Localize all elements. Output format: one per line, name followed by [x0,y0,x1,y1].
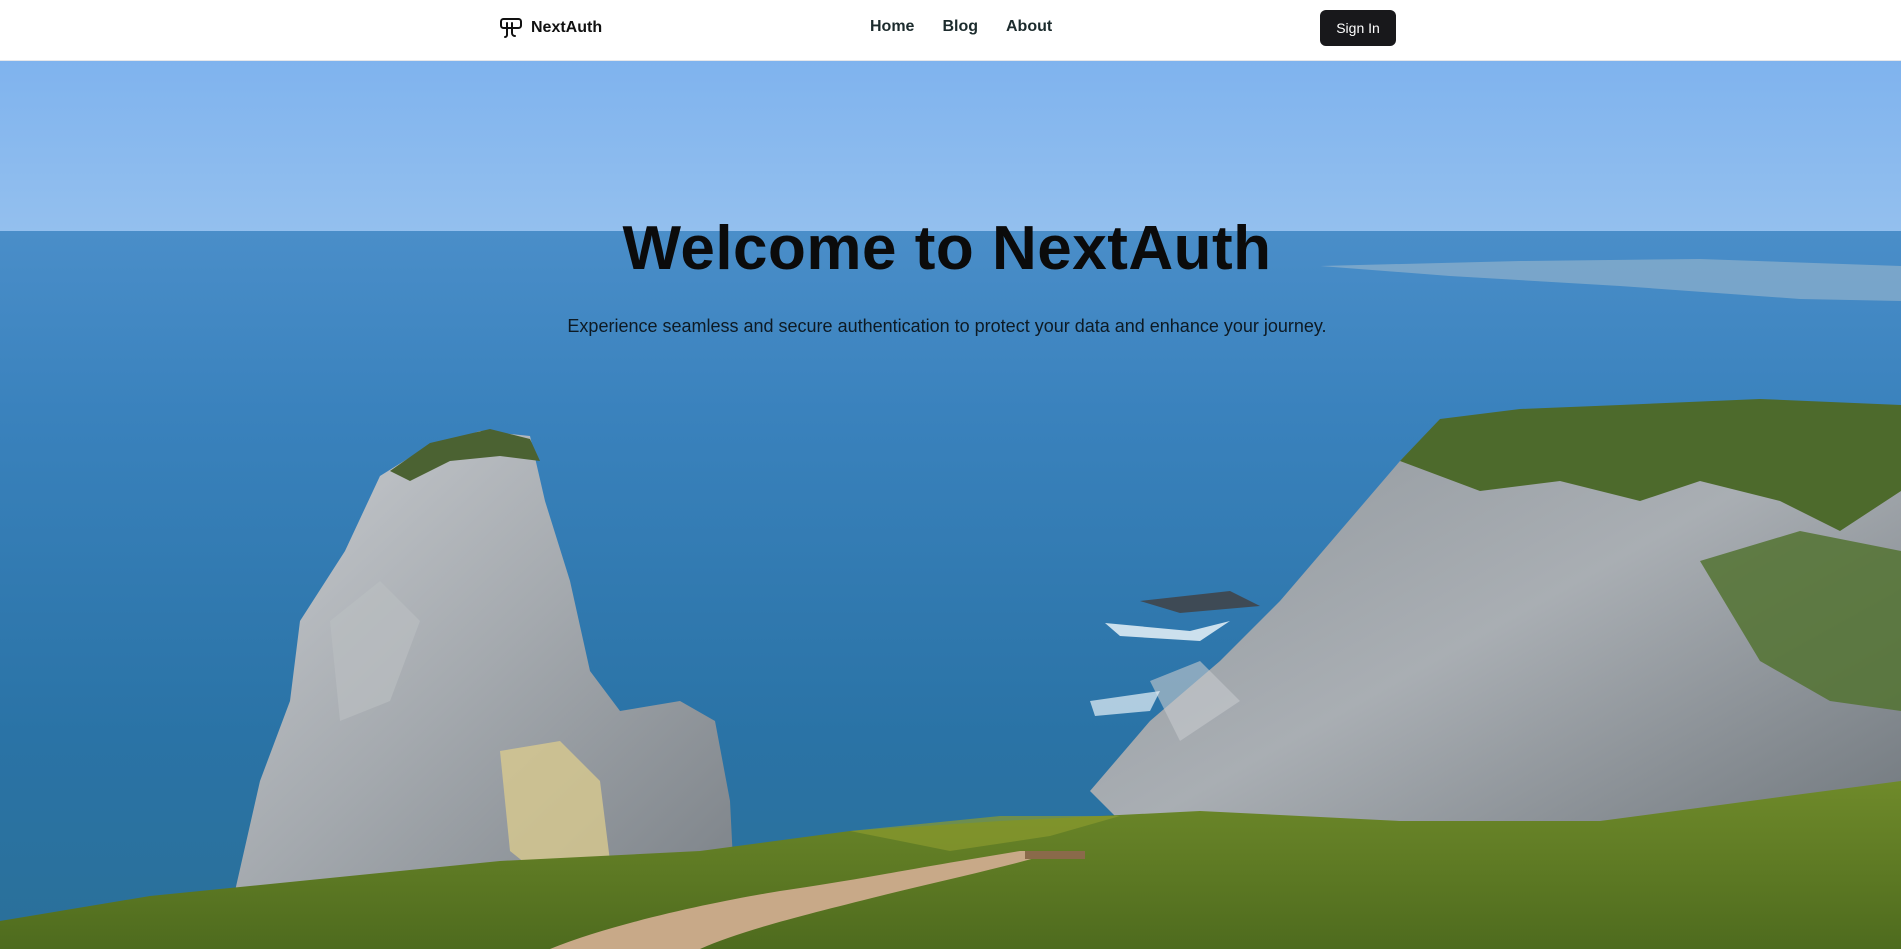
page: NextAuth Home Blog About Sign In Welcome… [0,0,1901,949]
nav-about-link[interactable]: About [1006,17,1052,37]
hero-section: Welcome to NextAuth Experience seamless … [0,61,1901,949]
nav-home-link[interactable]: Home [870,17,914,37]
brand-link[interactable]: NextAuth [499,15,602,41]
sign-in-button[interactable]: Sign In [1320,10,1396,46]
nav-blog-link[interactable]: Blog [942,17,978,37]
nextauth-logo-icon [499,16,523,40]
hero-title: Welcome to NextAuth [622,214,1272,283]
main-nav: Home Blog About [870,17,1052,37]
hero-subtitle: Experience seamless and secure authentic… [567,316,1327,336]
brand-name: NextAuth [531,19,603,36]
top-navbar: NextAuth Home Blog About Sign In [0,0,1901,61]
hero-background-image [0,61,1901,949]
